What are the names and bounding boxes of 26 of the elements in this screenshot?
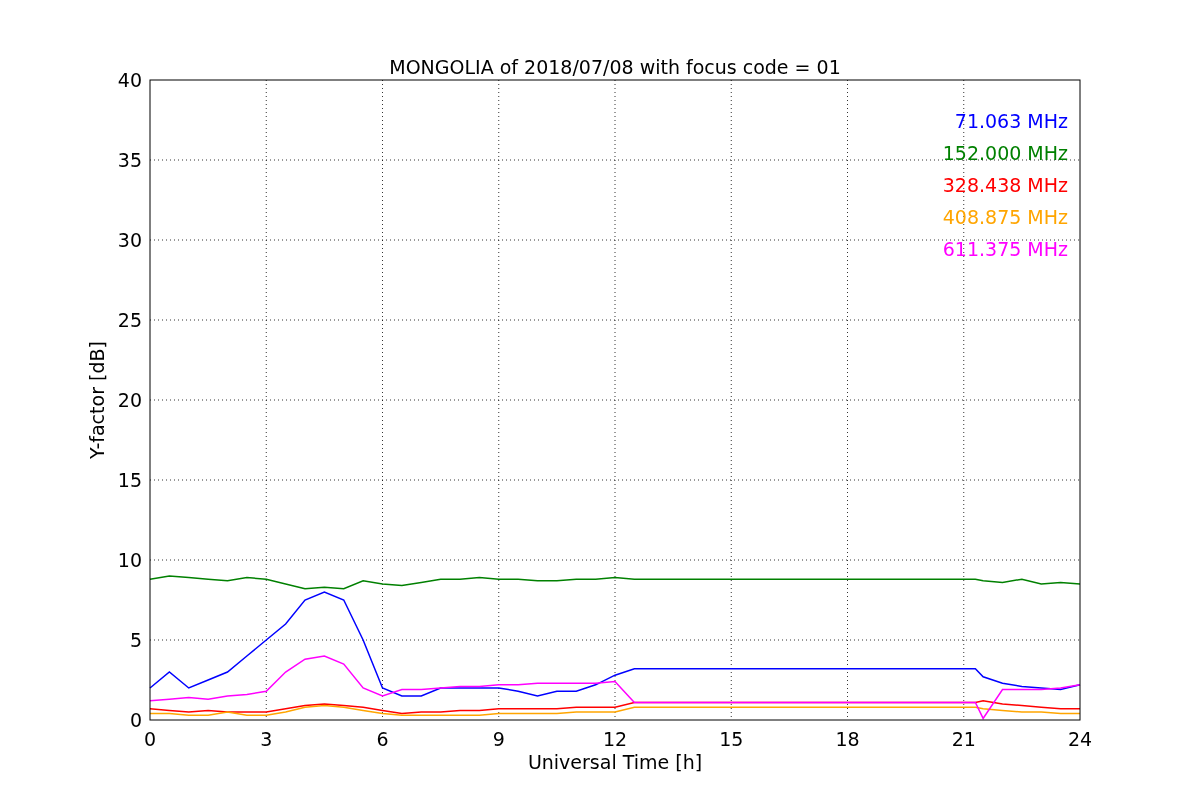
y-tick-label: 30 bbox=[117, 229, 142, 251]
y-axis-label: Y-factor [dB] bbox=[86, 341, 108, 459]
y-tick-label: 10 bbox=[117, 549, 142, 571]
legend-entry: 152.000 MHz bbox=[942, 142, 1068, 164]
x-tick-label: 9 bbox=[492, 728, 505, 750]
y-tick-label: 5 bbox=[129, 629, 142, 651]
x-tick-label: 15 bbox=[719, 728, 744, 750]
x-tick-label: 0 bbox=[143, 728, 157, 750]
y-tick-label: 25 bbox=[117, 309, 142, 331]
y-tick-label: 15 bbox=[117, 469, 142, 491]
x-tick-label: 18 bbox=[835, 728, 860, 750]
x-tick-label: 12 bbox=[602, 728, 628, 750]
legend-entry: 408.875 MHz bbox=[942, 206, 1068, 228]
x-tick-label: 6 bbox=[376, 728, 389, 750]
chart-title: MONGOLIA of 2018/07/08 with focus code = 01 bbox=[389, 56, 841, 78]
y-tick-label: 40 bbox=[117, 69, 142, 91]
x-axis-label: Universal Time [h] bbox=[527, 751, 703, 773]
y-tick-label: 35 bbox=[117, 149, 142, 171]
y-tick-label: 0 bbox=[129, 709, 142, 731]
legend-entry: 328.438 MHz bbox=[942, 174, 1068, 196]
legend-entry: 611.375 MHz bbox=[942, 238, 1068, 260]
x-tick-label: 24 bbox=[1067, 728, 1093, 750]
x-tick-label: 21 bbox=[951, 728, 976, 750]
x-tick-label: 3 bbox=[260, 728, 273, 750]
y-tick-label: 20 bbox=[117, 389, 142, 411]
legend-entry: 71.063 MHz bbox=[954, 110, 1068, 132]
